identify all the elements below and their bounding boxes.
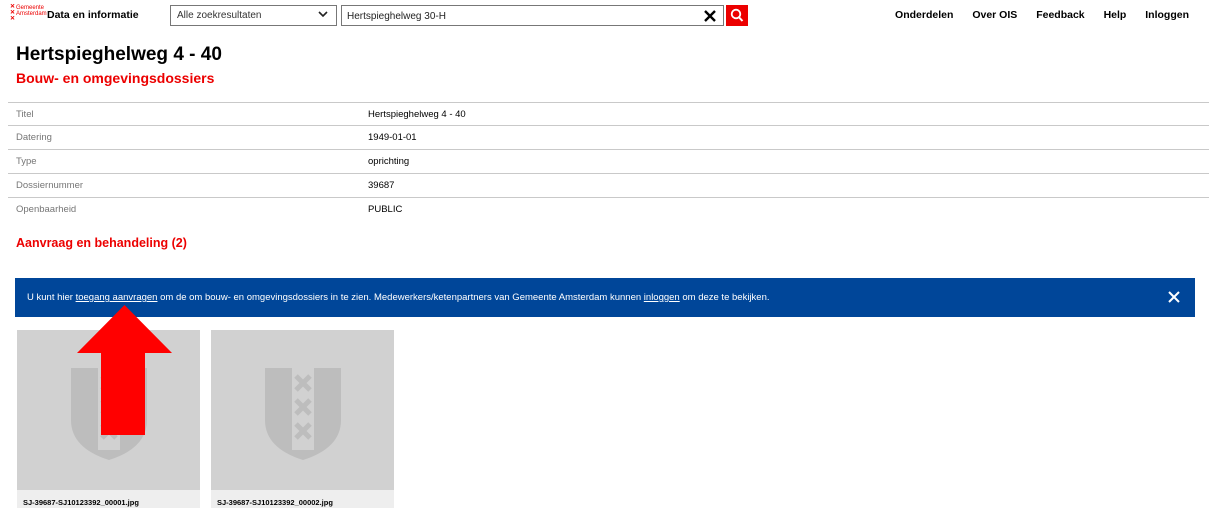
detail-value: Hertspieghelweg 4 - 40 [368, 109, 466, 120]
file-card[interactable]: SJ-39687-SJ10123392_00002.jpg [211, 330, 394, 508]
banner-text: om deze te bekijken. [679, 292, 770, 303]
amsterdam-logo[interactable]: ✕ ✕ ✕ Gemeente Amsterdam [10, 4, 47, 30]
detail-value: oprichting [368, 156, 410, 167]
nav-feedback[interactable]: Feedback [1036, 9, 1084, 21]
section-title: Aanvraag en behandeling (2) [16, 236, 187, 250]
file-placeholder-image[interactable] [211, 330, 394, 490]
banner-text: om de om bouw- en omgevingsdossiers in t… [157, 292, 644, 303]
search-input[interactable] [347, 9, 687, 23]
clear-search-icon[interactable] [703, 9, 717, 23]
nav-help[interactable]: Help [1104, 9, 1127, 21]
detail-row-dossiernummer: Dossiernummer 39687 [8, 174, 1209, 198]
details-table: Titel Hertspieghelweg 4 - 40 Datering 19… [8, 102, 1209, 222]
red-arrow-annotation-icon [77, 305, 172, 435]
nav-inloggen[interactable]: Inloggen [1145, 9, 1189, 21]
detail-value: 1949-01-01 [368, 132, 417, 143]
close-icon[interactable] [1167, 290, 1181, 304]
detail-row-datering: Datering 1949-01-01 [8, 126, 1209, 150]
detail-row-type: Type oprichting [8, 150, 1209, 174]
banner-text: U kunt hier [27, 292, 76, 303]
banner-message: U kunt hier toegang aanvragen om de om b… [27, 292, 770, 303]
nav-onderdelen[interactable]: Onderdelen [895, 9, 953, 21]
logo-text: Gemeente Amsterdam [16, 5, 47, 17]
page-subtitle: Bouw- en omgevingsdossiers [16, 70, 215, 86]
search-icon [730, 8, 744, 22]
access-info-banner: U kunt hier toegang aanvragen om de om b… [15, 278, 1195, 317]
detail-label: Openbaarheid [16, 204, 77, 215]
search-scope-select[interactable]: Alle zoekresultaten [170, 5, 337, 26]
request-access-link[interactable]: toegang aanvragen [76, 292, 158, 303]
app-title[interactable]: Data en informatie [47, 9, 139, 21]
detail-label: Type [16, 156, 37, 167]
detail-row-openbaarheid: Openbaarheid PUBLIC [8, 198, 1209, 222]
detail-row-titel: Titel Hertspieghelweg 4 - 40 [8, 102, 1209, 126]
detail-value: 39687 [368, 180, 395, 191]
search-scope-value: Alle zoekresultaten [177, 10, 262, 21]
main-nav: Onderdelen Over OIS Feedback Help Inlogg… [879, 9, 1189, 21]
detail-label: Dossiernummer [16, 180, 84, 191]
search-field[interactable] [341, 5, 724, 26]
login-link[interactable]: inloggen [644, 292, 680, 303]
amsterdam-shield-icon [265, 368, 341, 460]
detail-label: Datering [16, 132, 52, 143]
file-name[interactable]: SJ-39687-SJ10123392_00001.jpg [23, 498, 139, 507]
detail-label: Titel [16, 109, 34, 120]
page-title: Hertspieghelweg 4 - 40 [16, 44, 222, 65]
detail-value: PUBLIC [368, 204, 403, 215]
file-name[interactable]: SJ-39687-SJ10123392_00002.jpg [217, 498, 333, 507]
top-bar: ✕ ✕ ✕ Gemeente Amsterdam Data en informatie… [0, 0, 1209, 32]
chevron-down-icon [318, 11, 328, 18]
nav-over-ois[interactable]: Over OIS [972, 9, 1017, 21]
search-button[interactable] [726, 5, 748, 26]
